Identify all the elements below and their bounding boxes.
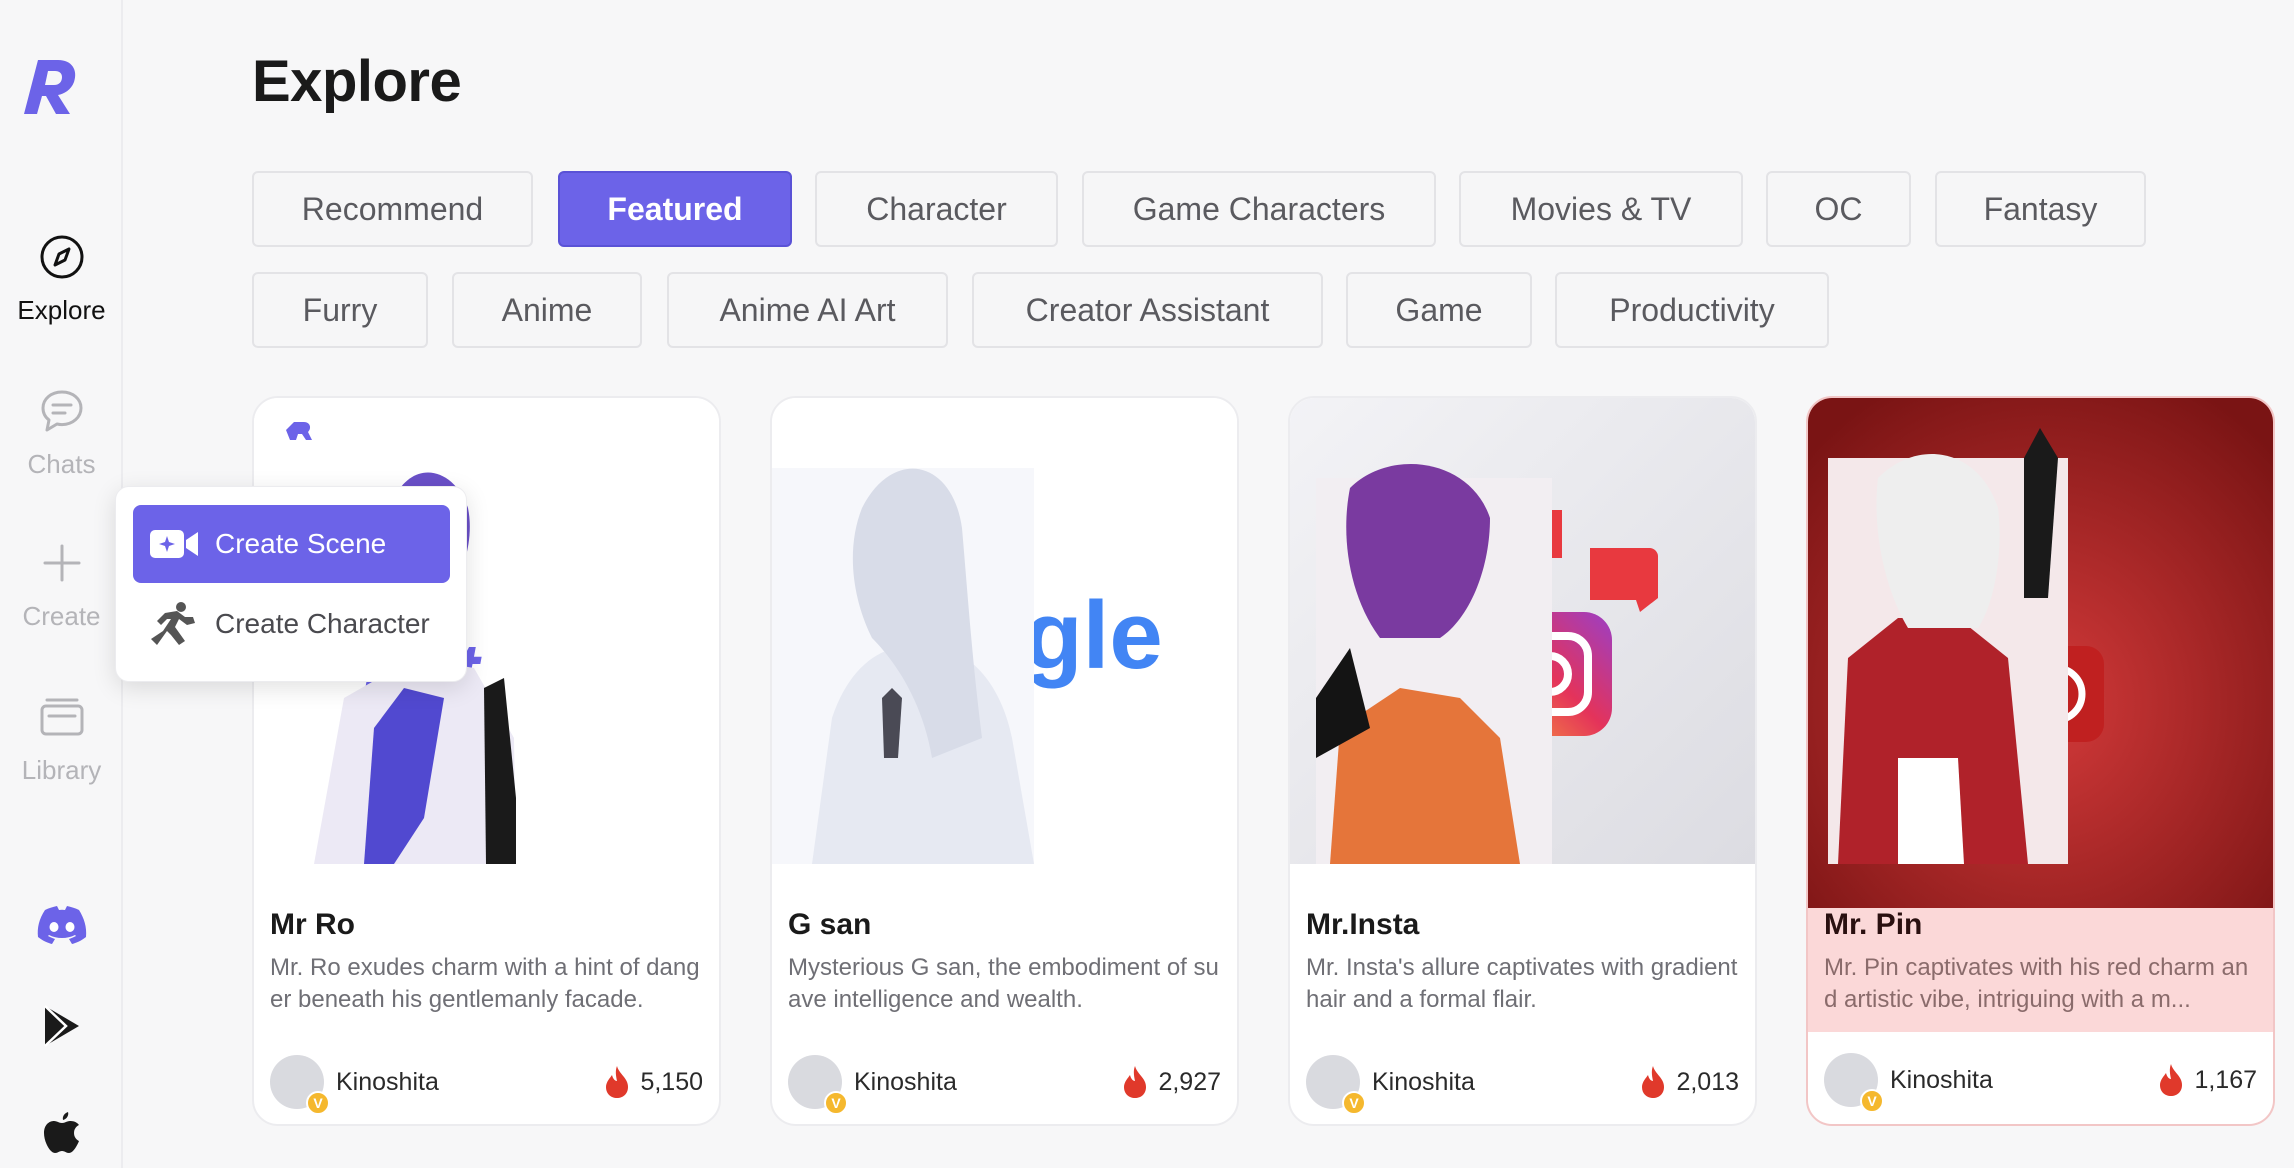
character-art: gle [772, 398, 1237, 864]
chat-bubble-icon [0, 388, 123, 441]
tag-character[interactable]: Character [815, 171, 1058, 247]
character-name: Mr Ro [270, 908, 355, 941]
author-avatar: V [1306, 1055, 1366, 1115]
author-avatar: V [788, 1055, 848, 1115]
verified-badge: V [1860, 1089, 1884, 1113]
verified-badge: V [306, 1091, 330, 1115]
verified-badge: V [1342, 1091, 1366, 1115]
fire-icon [606, 1066, 629, 1098]
author-name: Kinoshita [854, 1067, 957, 1096]
nav-chats[interactable]: Chats [0, 388, 123, 480]
verified-badge: V [824, 1091, 848, 1115]
fire-icon [1124, 1066, 1147, 1098]
character-description: Mr. Insta's allure captivates with gradi… [1306, 954, 1738, 1013]
create-character-label: Create Character [215, 608, 430, 639]
character-description: Mr. Ro exudes charm with a hint of dange… [270, 954, 700, 1013]
fire-icon [1642, 1066, 1665, 1098]
plus-icon [0, 540, 123, 593]
character-name: G san [788, 908, 872, 941]
create-dropdown-menu: Create Scene Create Character [115, 486, 467, 682]
apple-icon [43, 1110, 81, 1159]
character-card[interactable]: Mr. Pin Mr. Pin captivates with his red … [1806, 396, 2275, 1126]
nav-chats-label: Chats [27, 449, 96, 479]
author-name: Kinoshita [1890, 1065, 1993, 1094]
nav-create-label: Create [22, 601, 101, 631]
tag-furry[interactable]: Furry [252, 272, 428, 348]
nav-library-label: Library [21, 755, 102, 785]
author-name: Kinoshita [336, 1067, 439, 1096]
fire-icon [2160, 1064, 2183, 1096]
chat-count: 2,013 [1676, 1067, 1739, 1096]
discord-link[interactable] [0, 906, 123, 949]
character-art [1808, 398, 2273, 908]
tag-featured[interactable]: Featured [558, 171, 792, 247]
library-icon [0, 694, 123, 747]
tag-movies-tv[interactable]: Movies & TV [1459, 171, 1743, 247]
chat-count: 1,167 [2194, 1065, 2257, 1094]
app-logo[interactable] [18, 52, 84, 118]
discord-icon [37, 906, 87, 949]
character-name: Mr.Insta [1306, 908, 1420, 941]
tag-creator-assistant[interactable]: Creator Assistant [972, 272, 1323, 348]
google-play-link[interactable] [0, 1004, 123, 1053]
tag-fantasy[interactable]: Fantasy [1935, 171, 2146, 247]
tag-oc[interactable]: OC [1766, 171, 1911, 247]
tag-recommend[interactable]: Recommend [252, 171, 533, 247]
create-scene-label: Create Scene [215, 528, 387, 559]
chat-count: 2,927 [1158, 1067, 1221, 1096]
tag-productivity[interactable]: Productivity [1555, 272, 1829, 348]
author-avatar: V [270, 1055, 330, 1115]
character-description: Mysterious G san, the embodiment of suav… [788, 954, 1219, 1013]
chat-count: 5,150 [640, 1067, 703, 1096]
author-name: Kinoshita [1372, 1067, 1475, 1096]
character-art [1290, 398, 1755, 864]
running-person-icon [149, 601, 199, 647]
character-name: Mr. Pin [1824, 908, 1923, 941]
character-description: Mr. Pin captivates with his red charm an… [1824, 954, 2249, 1013]
nav-library[interactable]: Library [0, 694, 123, 786]
nav-create[interactable]: Create [0, 540, 123, 632]
tag-game[interactable]: Game [1346, 272, 1532, 348]
page-title: Explore [252, 49, 462, 114]
apple-store-link[interactable] [0, 1110, 123, 1159]
tag-anime-ai-art[interactable]: Anime AI Art [667, 272, 948, 348]
tag-game-characters[interactable]: Game Characters [1082, 171, 1436, 247]
art-logo-text: gle [1024, 582, 1163, 689]
sidebar: Explore Chats Create Library [0, 0, 123, 1168]
nav-explore-label: Explore [17, 295, 106, 325]
create-scene-button[interactable]: Create Scene [133, 505, 450, 583]
google-play-icon [42, 1004, 82, 1053]
character-card[interactable]: gle G san Mysterious G san, the embodime… [770, 396, 1239, 1126]
video-sparkle-icon [149, 527, 199, 561]
nav-explore[interactable]: Explore [0, 234, 123, 326]
author-avatar: V [1824, 1053, 1884, 1113]
tag-anime[interactable]: Anime [452, 272, 642, 348]
character-card[interactable]: Mr.Insta Mr. Insta's allure captivates w… [1288, 396, 1757, 1126]
create-character-button[interactable]: Create Character [133, 585, 450, 663]
compass-icon [0, 234, 123, 287]
